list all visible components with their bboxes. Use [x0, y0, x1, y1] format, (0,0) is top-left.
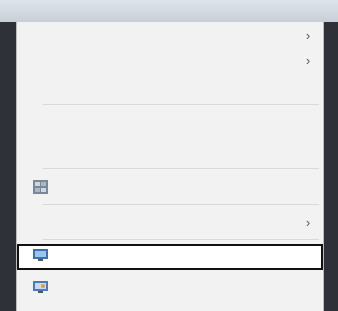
menu-item-6[interactable] — [17, 176, 323, 198]
menu-separator — [43, 239, 319, 240]
display-settings-icon — [33, 248, 48, 262]
menu-item-display-settings[interactable] — [17, 244, 323, 270]
chevron-right-icon: › — [305, 215, 311, 230]
menu-item-4 — [17, 114, 323, 136]
chevron-right-icon: › — [305, 53, 311, 68]
menu-separator — [43, 104, 319, 105]
chevron-right-icon: › — [305, 28, 311, 43]
menu-separator — [43, 204, 319, 205]
menu-item-3[interactable] — [17, 76, 323, 98]
menu-item-personalize[interactable] — [17, 276, 323, 298]
menu-item-new[interactable]: › — [17, 213, 323, 235]
menu-separator — [43, 168, 319, 169]
menu-item-1[interactable]: › — [17, 26, 323, 48]
desktop-background-right — [324, 22, 338, 311]
desktop-background-left — [0, 22, 16, 311]
menu-item-2[interactable]: › — [17, 51, 323, 73]
menu-item-5 — [17, 142, 323, 164]
personalize-icon — [33, 280, 48, 294]
graphics-settings-icon — [33, 180, 48, 194]
context-menu: › › › — [16, 22, 324, 311]
window-title-bar — [0, 0, 338, 22]
